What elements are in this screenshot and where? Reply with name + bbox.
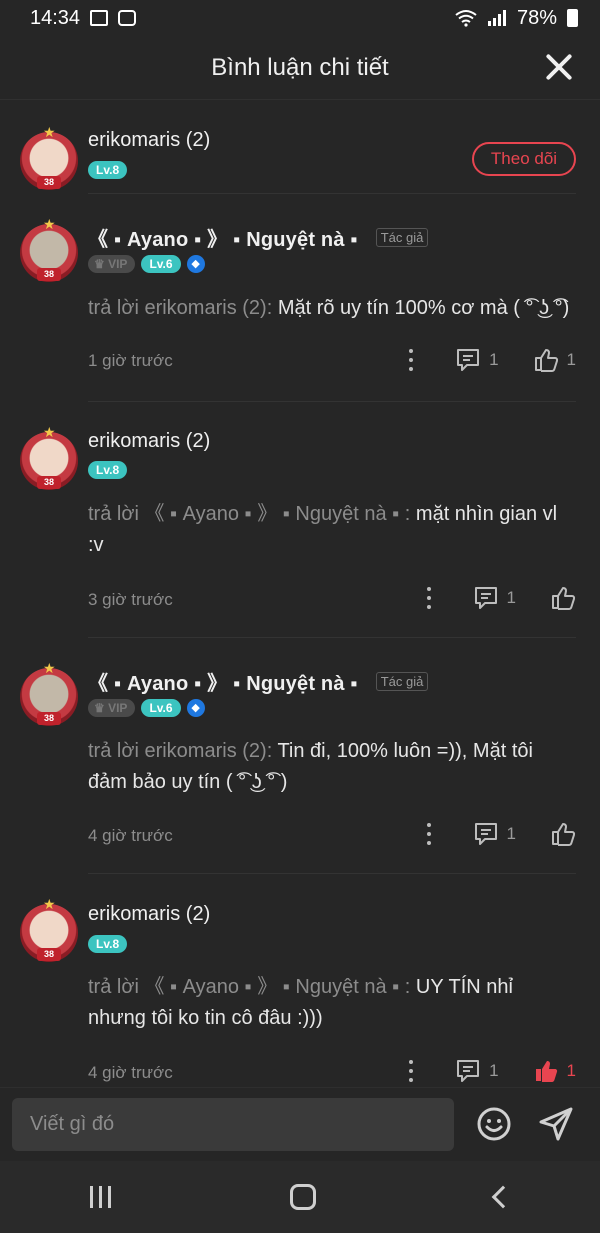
gallery-icon [90,10,109,26]
username[interactable]: erikomaris (2) [88,430,210,453]
comment-icon [455,347,481,373]
star-icon: ★ [43,424,56,440]
like-button[interactable] [550,585,576,611]
level-badge: Lv.8 [88,461,128,479]
more-options-icon[interactable] [409,1060,414,1082]
emoji-icon[interactable] [476,1106,512,1147]
comment-count: 1 [489,350,499,369]
timestamp: 4 giờ trước [88,1063,173,1082]
star-icon: ★ [43,216,56,232]
close-icon[interactable] [542,50,576,84]
thumbs-up-filled-icon [533,1058,559,1084]
reply-prefix: trả lời erikomaris (2): [88,297,278,319]
like-button[interactable]: 1 [533,347,576,373]
screen-record-icon [118,10,137,26]
like-button[interactable] [550,821,576,847]
ethereum-icon: ◆ [186,699,205,717]
status-time: 14:34 [30,6,81,29]
level-badge: Lv.8 [88,935,128,953]
level-badge: Lv.6 [141,699,181,717]
vip-label: VIP [108,701,128,715]
username[interactable]: 《 ▪ Ayano ▪ 》 ▪ Nguyệt nà ▪ [88,667,358,696]
vip-badge: ♛ VIP [88,699,136,717]
ethereum-icon: ◆ [186,255,205,273]
level-badge: Lv.8 [88,161,128,179]
like-button[interactable]: 1 [533,1058,576,1084]
timestamp: 1 giờ trước [88,351,173,370]
reply-body: trả lời 《 ▪ Ayano ▪ 》 ▪ Nguyệt nà ▪ : mặ… [88,499,560,561]
comment-count: 1 [506,588,516,607]
avatar[interactable]: ★ 38 [20,896,80,962]
comment-count: 1 [489,1061,499,1080]
reply-body: trả lời erikomaris (2): Tin đi, 100% luô… [88,736,576,798]
level-badge: Lv.6 [141,255,181,273]
avatar[interactable]: ★ 38 [20,660,80,726]
more-options-icon[interactable] [409,349,414,371]
timestamp: 4 giờ trước [88,826,173,845]
username[interactable]: erikomaris (2) [88,129,210,152]
battery-percent: 78% [516,6,557,29]
reply-body: trả lời erikomaris (2): Mặt rõ uy tín 10… [88,293,576,324]
thumbs-up-icon [550,821,576,847]
home-icon[interactable] [289,1184,316,1210]
follow-button[interactable]: Theo dõi [472,142,576,176]
comment-count: 1 [506,824,516,843]
signal-icon [487,10,506,26]
like-count: 1 [566,350,576,369]
comment-icon [455,1058,481,1084]
reply-prefix: trả lời 《 ▪ Ayano ▪ 》 ▪ Nguyệt nà ▪ : [88,503,416,525]
reply-text: Mặt rõ uy tín 100% cơ mà ( ͡° ͜ʖ ͡°) [277,297,570,319]
reply-prefix: trả lời 《 ▪ Ayano ▪ 》 ▪ Nguyệt nà ▪ : [88,976,416,998]
comment-input-bar: Viết gì đó [0,1087,600,1161]
avatar-level-badge: 38 [37,268,61,281]
avatar-level-badge: 38 [37,176,61,189]
vip-badge: ♛ VIP [88,255,136,273]
back-icon[interactable] [491,1185,514,1209]
wifi-icon [455,10,477,27]
avatar-level-badge: 38 [37,476,61,489]
comment-list[interactable]: ★ 38 erikomaris (2) Lv.8 Theo dõi ★ 38 《… [0,101,600,1087]
avatar-level-badge: 38 [37,712,61,725]
username[interactable]: erikomaris (2) [88,903,210,926]
status-bar: 14:34 78% [0,0,600,36]
star-icon: ★ [43,660,56,676]
comment-icon [473,821,499,847]
star-icon: ★ [43,124,56,140]
header: Bình luận chi tiết [0,36,600,100]
avatar[interactable]: ★ 38 [20,124,80,190]
thumbs-up-icon [550,585,576,611]
more-options-icon[interactable] [426,587,431,609]
avatar[interactable]: ★ 38 [20,424,80,490]
comment-icon [473,585,499,611]
battery-icon [567,9,578,27]
recent-apps-icon[interactable] [89,1186,111,1208]
avatar[interactable]: ★ 38 [20,216,80,282]
comment-input[interactable]: Viết gì đó [12,1098,454,1151]
author-tag: Tác giả [375,672,429,691]
more-options-icon[interactable] [426,823,431,845]
vip-label: VIP [108,257,128,271]
reply-button[interactable]: 1 [455,1058,499,1084]
username[interactable]: 《 ▪ Ayano ▪ 》 ▪ Nguyệt nà ▪ [88,223,358,252]
author-tag: Tác giả [375,228,429,247]
reply-prefix: trả lời erikomaris (2): [88,740,278,762]
like-count: 1 [566,1061,576,1080]
star-icon: ★ [43,896,56,912]
system-nav-bar [0,1161,600,1233]
page-title: Bình luận chi tiết [211,53,389,81]
reply-body: trả lời 《 ▪ Ayano ▪ 》 ▪ Nguyệt nà ▪ : UY… [88,972,530,1034]
thumbs-up-icon [533,347,559,373]
reply-button[interactable]: 1 [473,821,516,847]
send-icon[interactable] [538,1106,574,1147]
avatar-level-badge: 38 [37,948,61,961]
reply-button[interactable]: 1 [473,585,516,611]
timestamp: 3 giờ trước [88,590,173,609]
reply-button[interactable]: 1 [455,347,499,373]
